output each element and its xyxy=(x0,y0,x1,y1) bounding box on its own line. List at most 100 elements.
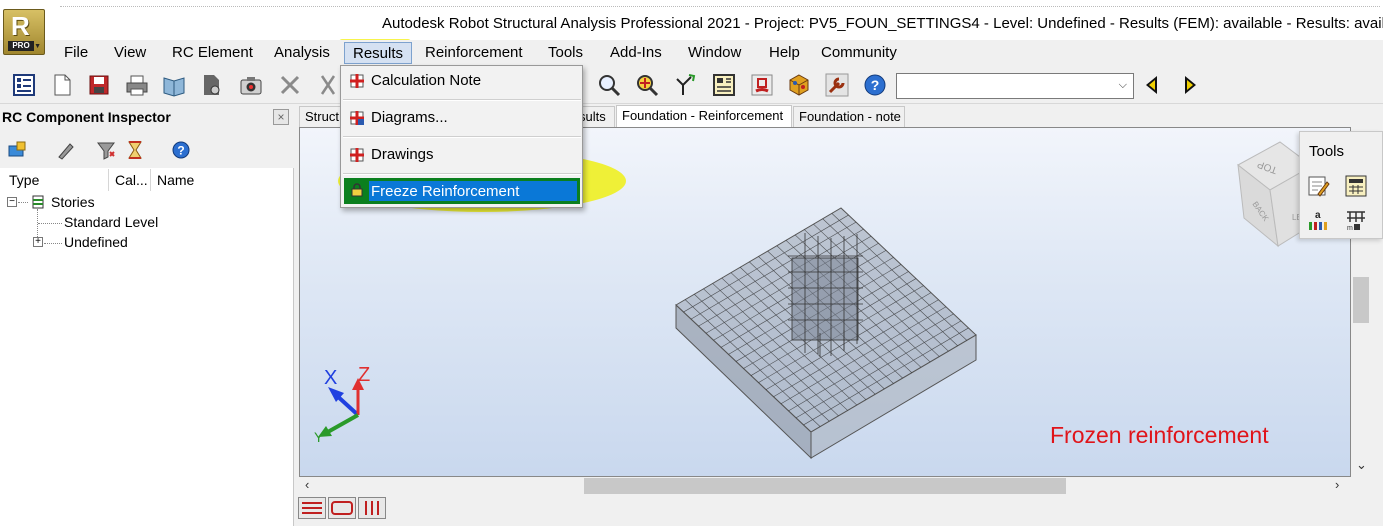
rc-component-inspector: RC Component Inspector × ? Type Cal... N… xyxy=(0,105,294,526)
scroll-right-icon[interactable]: › xyxy=(1335,477,1339,492)
3d-view-button[interactable] xyxy=(785,71,813,99)
edit-notes-icon[interactable] xyxy=(1306,174,1330,198)
window-title: Autodesk Robot Structural Analysis Profe… xyxy=(382,15,1383,32)
tab-foundation-reinforcement[interactable]: Foundation - Reinforcement xyxy=(616,105,792,127)
new-button[interactable] xyxy=(48,71,76,99)
selection-combo[interactable]: ⌵ xyxy=(896,73,1134,99)
expand-toggle[interactable]: + xyxy=(33,237,43,247)
calculator-icon xyxy=(713,74,735,96)
text-bars-icon[interactable]: a xyxy=(1306,208,1330,232)
scroll-thumb[interactable] xyxy=(584,478,1066,494)
calculation-note-icon xyxy=(350,74,364,88)
column-type[interactable]: Type xyxy=(9,172,39,188)
previous-button[interactable] xyxy=(1138,71,1166,99)
axis-y-label: Y xyxy=(314,429,324,445)
layout-columns-button[interactable] xyxy=(358,497,386,519)
menu-help[interactable]: Help xyxy=(761,42,808,64)
menu-calculation-note[interactable]: Calculation Note xyxy=(343,69,581,93)
scissors-icon xyxy=(320,75,336,95)
svg-text:?: ? xyxy=(871,77,880,93)
add-element-icon[interactable] xyxy=(7,140,27,160)
layout-rows-button[interactable] xyxy=(298,497,326,519)
menu-drawings[interactable]: Drawings xyxy=(343,143,581,167)
menu-tools[interactable]: Tools xyxy=(540,42,591,64)
tab-foundation-note[interactable]: Foundation - note xyxy=(793,106,905,127)
tree-header: Type Cal... Name xyxy=(2,169,286,191)
book-button[interactable] xyxy=(160,71,188,99)
next-button[interactable] xyxy=(1176,71,1204,99)
inspector-title: RC Component Inspector xyxy=(0,105,294,130)
edit-element-icon[interactable] xyxy=(56,140,76,160)
inspector-toolbar: ? xyxy=(0,130,294,168)
diagrams-icon xyxy=(350,111,364,125)
zoom-target-icon xyxy=(637,75,659,97)
tree-item-standard-level[interactable]: Standard Level xyxy=(64,214,158,230)
scroll-left-icon[interactable]: ‹ xyxy=(305,477,309,492)
help-icon[interactable]: ? xyxy=(171,140,191,160)
arrow-left-icon xyxy=(1146,76,1157,94)
menu-diagrams[interactable]: Diagrams... xyxy=(343,106,581,130)
close-icon xyxy=(280,75,300,95)
stories-icon xyxy=(32,195,44,209)
freeze-reinforcement-label: Freeze Reinforcement xyxy=(371,183,520,200)
column-name[interactable]: Name xyxy=(157,172,194,188)
zoom-button[interactable] xyxy=(595,71,623,99)
title-bar: Autodesk Robot Structural Analysis Profe… xyxy=(0,0,1383,40)
camera-icon xyxy=(240,77,262,95)
chevron-down-icon: ▼ xyxy=(34,43,41,50)
cut-button[interactable] xyxy=(314,71,342,99)
filter-icon[interactable] xyxy=(96,140,116,160)
settings-button[interactable] xyxy=(823,71,851,99)
calculator-button[interactable] xyxy=(710,71,738,99)
menu-reinforcement[interactable]: Reinforcement xyxy=(417,42,531,64)
save-button[interactable] xyxy=(85,71,113,99)
scroll-down-icon[interactable]: ⌄ xyxy=(1356,457,1367,473)
menu-rc-element[interactable]: RC Element xyxy=(164,42,261,64)
branch-icon xyxy=(676,74,696,95)
app-menu-button[interactable]: R PRO ▼ xyxy=(3,9,45,55)
collapse-toggle[interactable]: − xyxy=(7,197,17,207)
column-calc[interactable]: Cal... xyxy=(115,172,148,188)
menu-file[interactable]: File xyxy=(56,42,96,64)
menu-results[interactable]: Results xyxy=(344,42,413,64)
tools-panel: Tools a m xyxy=(1299,131,1383,239)
drawings-icon xyxy=(350,148,364,162)
main-toolbar: ? xyxy=(0,66,1383,104)
horizontal-scrollbar[interactable]: ‹ › xyxy=(299,477,1351,495)
branch-button[interactable] xyxy=(671,71,699,99)
zoom-window-button[interactable] xyxy=(633,71,661,99)
rows-icon xyxy=(302,502,322,514)
tree-item-undefined[interactable]: Undefined xyxy=(64,234,128,250)
arrow-right-icon xyxy=(1185,76,1196,94)
help-button[interactable]: ? xyxy=(861,71,889,99)
book-icon xyxy=(163,77,185,97)
scroll-thumb[interactable] xyxy=(1353,277,1369,323)
layout-single-button[interactable] xyxy=(328,497,356,519)
menu-analysis[interactable]: Analysis xyxy=(266,42,338,64)
menu-bar: File View RC Element Analysis Results Re… xyxy=(0,40,1383,65)
close-icon[interactable]: × xyxy=(273,109,289,125)
menu-window[interactable]: Window xyxy=(680,42,749,64)
calculator-icon[interactable] xyxy=(1344,174,1368,198)
properties-button[interactable] xyxy=(10,71,38,99)
menu-add-ins[interactable]: Add-Ins xyxy=(602,42,670,64)
tab-structure[interactable]: Struct xyxy=(299,106,343,127)
wrench-icon xyxy=(825,73,849,97)
delete-button[interactable] xyxy=(276,71,304,99)
print-icon xyxy=(126,75,148,96)
print-button[interactable] xyxy=(123,71,151,99)
menu-community[interactable]: Community xyxy=(813,42,905,64)
screen-capture-button[interactable] xyxy=(237,71,265,99)
logo-letter: R xyxy=(11,11,30,41)
hourglass-icon[interactable] xyxy=(125,140,145,160)
magnifier-icon xyxy=(599,75,621,97)
reinforcement-button[interactable] xyxy=(748,71,776,99)
app-window: Autodesk Robot Structural Analysis Profe… xyxy=(0,0,1383,526)
preview-button[interactable] xyxy=(198,71,226,99)
menu-view[interactable]: View xyxy=(106,42,154,64)
chevron-down-icon: ⌵ xyxy=(1118,79,1127,91)
tools-title: Tools xyxy=(1309,143,1345,160)
axis-z-label: Z xyxy=(358,364,370,386)
frame-icon[interactable]: m xyxy=(1344,208,1368,232)
tree-item-stories[interactable]: Stories xyxy=(51,194,95,210)
